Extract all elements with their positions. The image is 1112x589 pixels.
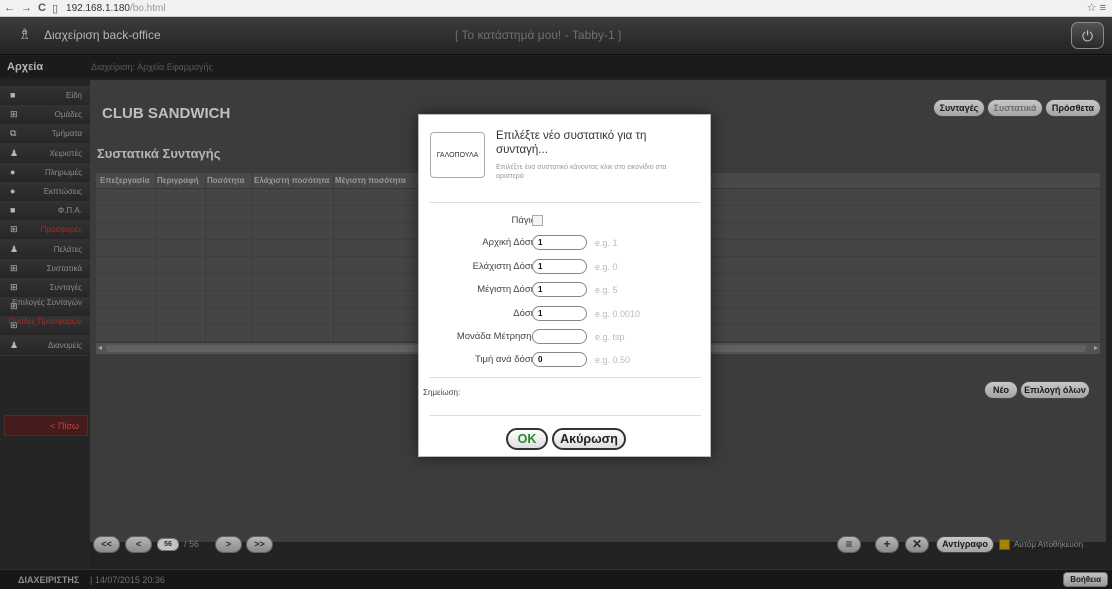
address-bar[interactable]: 192.168.1.180/bo.html: [66, 3, 166, 14]
fixed-checkbox[interactable]: [532, 215, 543, 226]
unit-example: e.g. tsp: [595, 332, 625, 342]
url-host: 192.168.1.180: [66, 2, 130, 14]
ok-button[interactable]: OK: [506, 428, 548, 450]
price-label: Τιμή ανά δόση: [474, 354, 536, 365]
dialog-hint: Επιλέξτε ένα συστατικό κάνοντας κλικ στο…: [496, 164, 667, 180]
min-dose-input[interactable]: 1: [532, 259, 587, 274]
price-example: e.g. 0.50: [595, 355, 631, 365]
forward-arrow-icon[interactable]: →: [21, 2, 32, 14]
price-input[interactable]: 0: [532, 352, 587, 367]
fixed-row: Πάγιο: [419, 211, 712, 231]
browser-right-icons: ☆ ≡: [1087, 1, 1106, 14]
max-dose-row: Μέγιστη Δόση 1 e.g. 5: [419, 280, 712, 300]
browser-toolbar: ← → C ▯ 192.168.1.180/bo.html ☆ ≡: [0, 0, 1112, 17]
browser-menu-icon[interactable]: ≡: [1100, 2, 1106, 14]
max-dose-input[interactable]: 1: [532, 282, 587, 297]
dose-row: Δόση 1 e.g. 0.0010: [419, 304, 712, 324]
url-path: /bo.html: [129, 2, 166, 14]
unit-label: Μονάδα Μέτρησης: [456, 331, 536, 342]
add-ingredient-dialog: ΓΑΛΟΠΟΥΛΑ Επιλέξτε νέο συστατικό για τη …: [418, 114, 711, 457]
dialog-title: Επιλέξτε νέο συστατικό για τη συνταγή...: [496, 130, 647, 156]
page-icon: ▯: [51, 2, 59, 15]
divider: [429, 377, 701, 378]
divider: [429, 202, 701, 203]
min-dose-row: Ελάχιστη Δόση 1 e.g. 0: [419, 257, 712, 277]
divider: [429, 415, 701, 416]
unit-row: Μονάδα Μέτρησης e.g. tsp: [419, 327, 712, 347]
initial-dose-row: Αρχική Δόση 1 e.g. 1: [419, 233, 712, 253]
max-dose-example: e.g. 5: [595, 285, 618, 295]
reload-icon[interactable]: C: [38, 2, 46, 14]
max-dose-label: Μέγιστη Δόση: [477, 284, 536, 295]
unit-input[interactable]: [532, 329, 587, 344]
min-dose-example: e.g. 0: [595, 262, 618, 272]
bookmark-star-icon[interactable]: ☆: [1087, 2, 1097, 14]
initial-dose-example: e.g. 1: [595, 238, 618, 248]
back-arrow-icon[interactable]: ←: [4, 2, 15, 14]
cancel-button[interactable]: Ακύρωση: [552, 428, 626, 450]
dose-example: e.g. 0.0010: [595, 309, 641, 319]
price-row: Τιμή ανά δόση 0 e.g. 0.50: [419, 350, 712, 370]
dose-input[interactable]: 1: [532, 306, 587, 321]
ingredient-picker-tile[interactable]: ΓΑΛΟΠΟΥΛΑ: [430, 132, 485, 178]
notes-label: Σημείωση:: [423, 388, 461, 397]
initial-dose-input[interactable]: 1: [532, 235, 587, 250]
initial-dose-label: Αρχική Δόση: [482, 237, 536, 248]
min-dose-label: Ελάχιστη Δόση: [472, 261, 536, 272]
